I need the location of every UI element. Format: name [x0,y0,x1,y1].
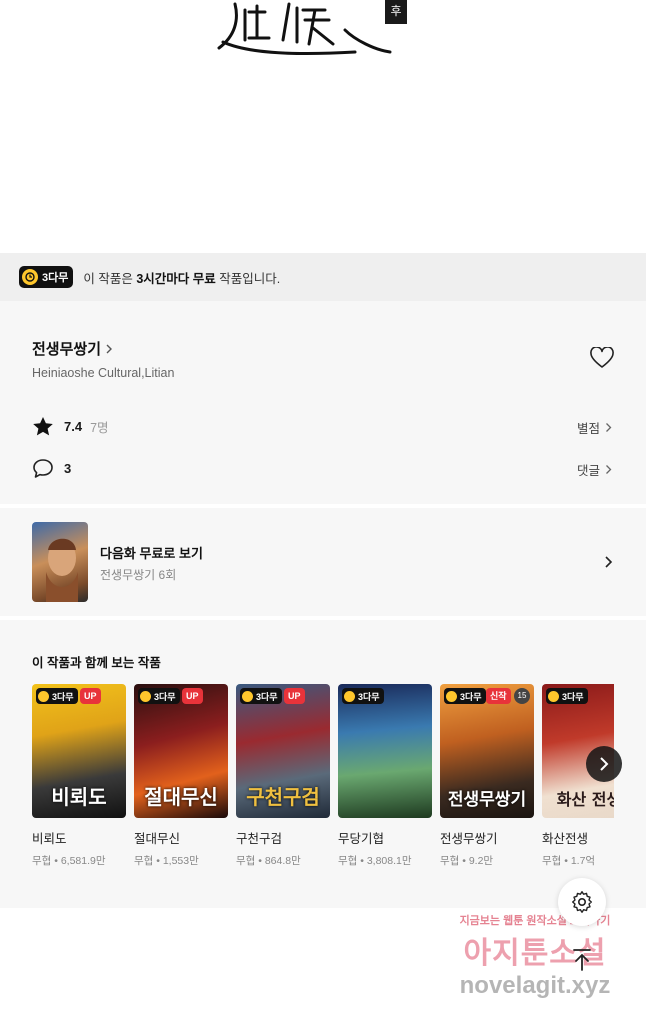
arrow-up-icon [573,949,591,971]
new-tag: 신작 [486,688,511,704]
wait-free-badge: 3다무 [19,266,74,288]
cover-image: 3다무 신작 15 전생무쌍기 [440,684,534,818]
work-info-section: 전생무쌍기 Heiniaoshe Cultural,Litian 7.4 7명 … [0,301,646,504]
cover-image: 3다무 UP 구천구검 [236,684,330,818]
card-title: 화산전생 [542,832,589,846]
settings-button[interactable] [558,878,606,926]
watermark-url: novelagit.xyz [459,972,611,999]
clock-icon [140,690,151,702]
star-icon [33,417,53,436]
cover-title: 구천구검 [246,785,320,809]
rating-link-label: 별점 [576,422,600,436]
watermark: 지금보는 웹툰 원작소설 보러가기 아지툰소설 novelagit.xyz [430,912,640,1012]
hero-title-image: 후 [0,0,646,253]
free-message: 이 작품은 3시간마다 무료 작품입니다. [83,271,281,286]
clock-icon [446,690,457,702]
watermark-tagline: 지금보는 웹툰 원작소설 보러가기 [459,915,611,927]
card-title: 전생무쌍기 [440,832,498,846]
age-rating-badge: 15 [514,688,530,704]
cover-image: 3다무 UP 절대무신 [134,684,228,818]
work-title-link[interactable]: 전생무쌍기 [32,338,113,359]
free-info-bar: 3다무 이 작품은 3시간마다 무료 작품입니다. [0,253,646,301]
cover-title: 절대무신 [144,785,218,809]
badge-label: 3다무 [42,272,69,284]
card-meta: 무협 • 864.8만 [236,855,301,867]
up-tag: UP [80,688,101,704]
chevron-right-icon [605,556,613,568]
gear-icon [572,890,592,913]
carousel-next-button[interactable] [586,746,622,782]
chevron-right-icon [600,757,609,771]
rating-value: 7.4 [64,419,83,434]
next-episode-subtitle: 전생무쌍기 6회 [100,568,177,582]
card-meta: 무협 • 9.2만 [440,855,494,867]
recommendation-card[interactable]: 3다무 UP 절대무신 절대무신 무협 • 1,553만 [134,684,228,868]
wait-free-badge: 3다무 [444,688,486,704]
next-episode-card[interactable]: 다음화 무료로 보기 전생무쌍기 6회 [0,508,646,616]
recommendation-card[interactable]: 3다무 무당기협 무협 • 3,808.1만 [338,684,432,868]
comment-row: 3 [32,458,71,479]
watermark-brand: 아지툰소설 [463,937,607,970]
work-author: Heiniaoshe Cultural,Litian [32,366,175,380]
recommendation-carousel[interactable]: 3다무 UP 비뢰도 비뢰도 무협 • 6,581.9만 3다무 UP 절대무신… [32,684,614,874]
cover-title: 전생무쌍기 [447,790,527,810]
recommendation-card[interactable]: 3다무 UP 구천구검 구천구검 무협 • 864.8만 [236,684,330,868]
card-title: 무당기협 [338,832,385,846]
card-title: 비뢰도 [32,832,67,846]
rating-link[interactable]: 별점 [577,418,612,437]
card-meta: 무협 • 1,553만 [134,855,199,867]
rating-count: 7명 [90,421,109,435]
card-title: 절대무신 [134,832,181,846]
card-meta: 무협 • 3,808.1만 [338,855,412,867]
recommendation-card[interactable]: 3다무 신작 15 전생무쌍기 전생무쌍기 무협 • 9.2만 [440,684,534,868]
clock-icon [242,690,253,702]
recommendation-card[interactable]: 3다무 UP 비뢰도 비뢰도 무협 • 6,581.9만 [32,684,126,868]
wait-free-badge: 3다무 [546,688,588,704]
clock-icon [344,690,355,702]
comment-link[interactable]: 댓글 [577,460,612,479]
wait-free-badge: 3다무 [36,688,78,704]
wait-free-badge: 3다무 [342,688,384,704]
chevron-right-icon [606,465,612,474]
title-calligraphy-logo [217,2,392,56]
comment-icon [33,459,53,478]
cover-image: 3다무 UP 비뢰도 [32,684,126,818]
card-meta: 무협 • 6,581.9만 [32,855,106,867]
heart-icon[interactable] [590,347,614,369]
title-seal: 후 [385,0,407,24]
cover-title: 화산 전생 [556,790,614,809]
up-tag: UP [182,688,203,704]
card-meta: 무협 • 1.7억 [542,855,596,867]
cover-title: 비뢰도 [51,785,107,809]
chevron-right-icon [606,423,612,432]
rating-row: 7.4 7명 [32,416,109,437]
clock-icon [22,269,38,285]
clock-icon [38,690,49,702]
recommendation-section: 이 작품과 함께 보는 작품 3다무 UP 비뢰도 비뢰도 무협 • 6,581… [0,620,646,908]
recommendation-heading: 이 작품과 함께 보는 작품 [32,656,161,670]
comment-count: 3 [64,461,72,476]
work-title: 전생무쌍기 [32,341,102,358]
next-episode-thumbnail [32,522,88,602]
chevron-right-icon [106,344,113,353]
wait-free-badge: 3다무 [240,688,282,704]
cover-image: 3다무 [338,684,432,818]
clock-icon [548,690,559,702]
wait-free-badge: 3다무 [138,688,180,704]
next-episode-title: 다음화 무료로 보기 [100,546,203,561]
comment-link-label: 댓글 [576,464,600,478]
scroll-top-button[interactable] [558,936,606,984]
card-title: 구천구검 [236,832,283,846]
up-tag: UP [284,688,305,704]
